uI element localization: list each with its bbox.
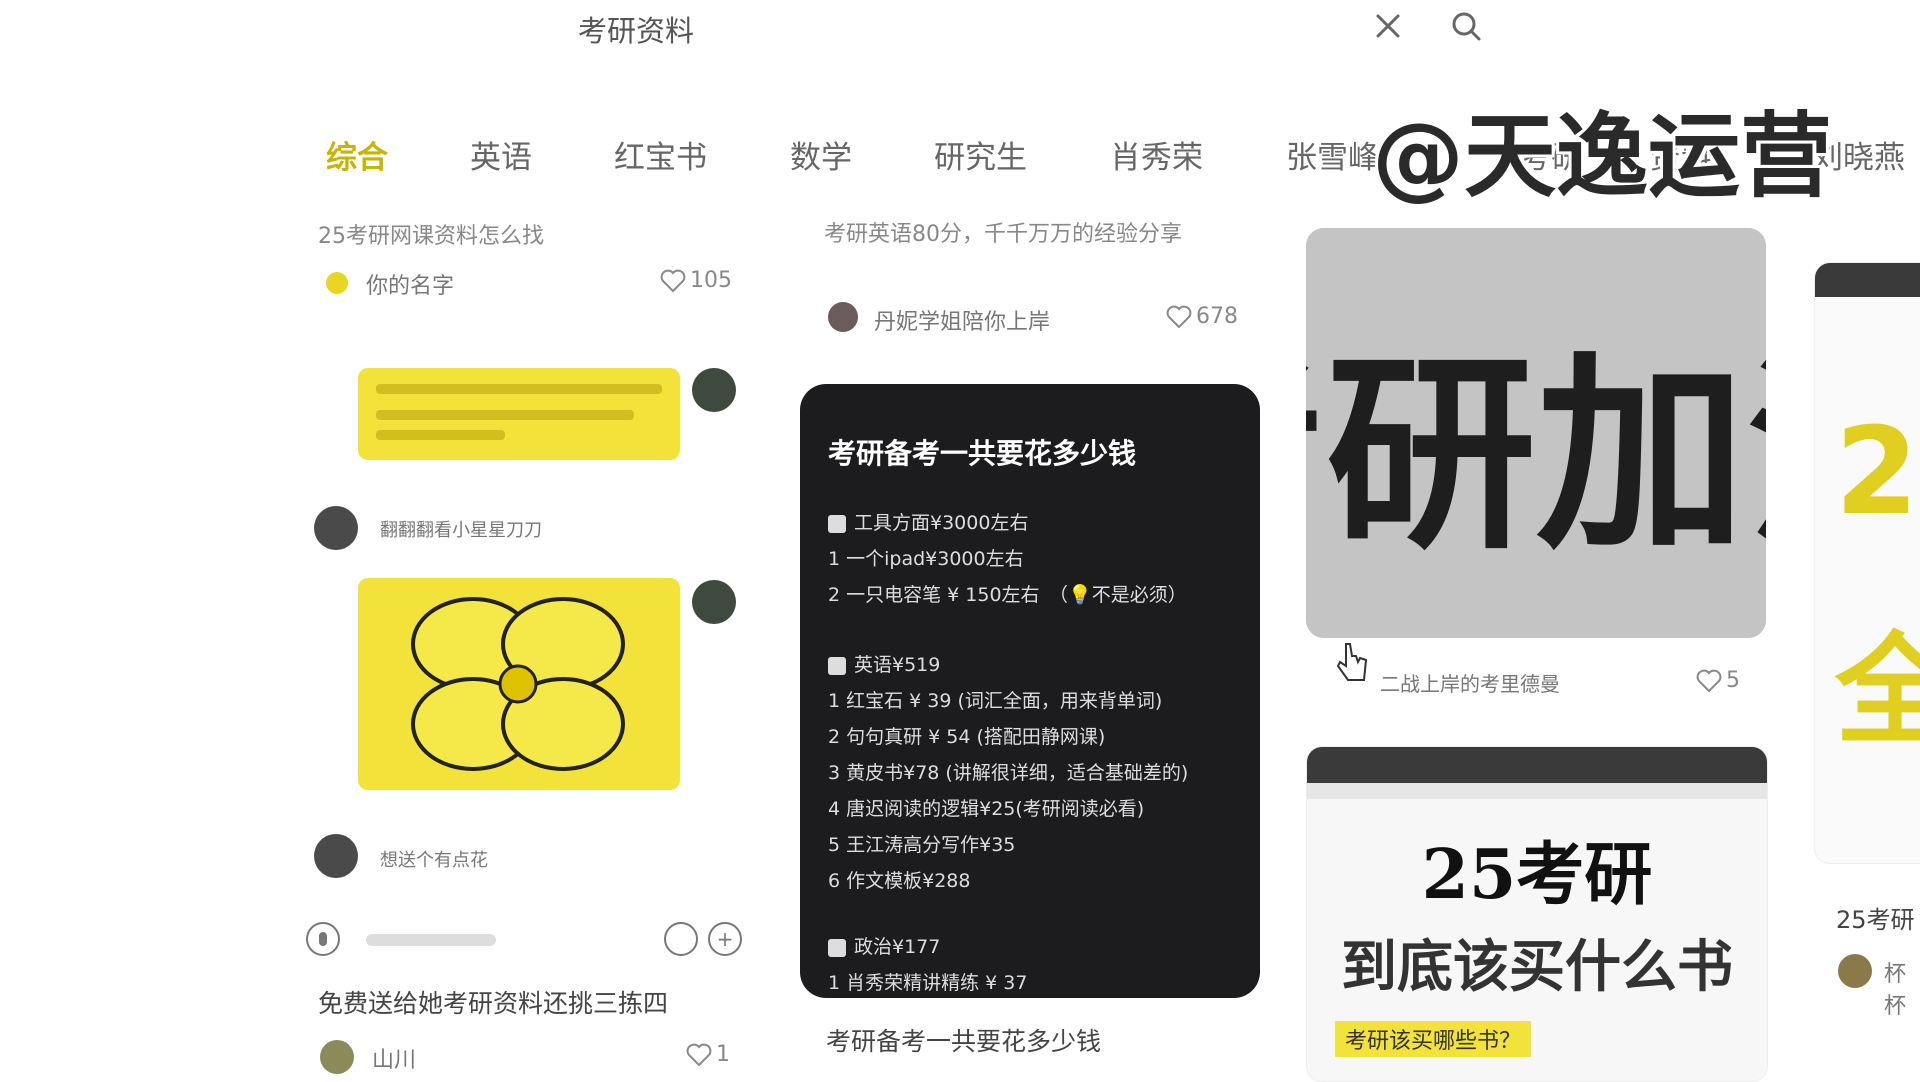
toolbar-strip bbox=[1307, 783, 1767, 799]
heart-icon bbox=[1696, 669, 1722, 692]
author-avatar[interactable] bbox=[320, 1040, 354, 1074]
tab-xiao-xiurong[interactable]: 肖秀荣 bbox=[1110, 132, 1203, 177]
post-title-partial[interactable]: 考研英语80分，千千万万的经验分享 bbox=[824, 218, 1244, 252]
thumbnail-subtitle: 到底该买什么书 bbox=[1341, 934, 1733, 1000]
list-item: 4 唐迟阅读的逻辑¥25(考研阅读必看) bbox=[828, 798, 1145, 820]
tab-english[interactable]: 英语 bbox=[470, 132, 532, 177]
checkbox-icon bbox=[828, 656, 846, 675]
like-count-value: 105 bbox=[690, 268, 732, 293]
post-cover-photo[interactable]: 考研加油 bbox=[1306, 228, 1766, 638]
author-name[interactable]: 二战上岸的考里德曼 bbox=[1380, 668, 1560, 697]
toolbar-strip bbox=[1815, 263, 1920, 297]
like-count[interactable]: 678 bbox=[1166, 304, 1238, 329]
list-item: 2 一只电容笔 ¥ 150左右 （💡不是必须） bbox=[828, 584, 1187, 606]
post-title-partial[interactable]: 25考研 bbox=[1836, 900, 1915, 935]
svg-text:考研加油: 考研加油 bbox=[1306, 331, 1766, 578]
post-title-partial[interactable]: 25考研网课资料怎么找 bbox=[318, 218, 544, 250]
heart-icon bbox=[660, 269, 686, 292]
section-head: 英语¥519 bbox=[828, 650, 940, 677]
checkbox-icon bbox=[828, 514, 846, 533]
post-cover-card[interactable]: 考研备考一共要花多少钱 工具方面¥3000左右 1 一个ipad¥3000左右 … bbox=[800, 384, 1260, 998]
list-item: 2 句句真研 ¥ 54 (搭配田静网课) bbox=[828, 726, 1106, 748]
author-name[interactable]: 山川 bbox=[372, 1042, 416, 1074]
close-icon[interactable] bbox=[1366, 4, 1410, 48]
chat-bubble bbox=[358, 368, 680, 460]
thumbnail-caption: 考研该买哪些书？ bbox=[1335, 1021, 1532, 1057]
list-item: 6 作文模板¥288 bbox=[828, 870, 971, 892]
like-count[interactable]: 5 bbox=[1696, 668, 1740, 693]
toolbar-strip bbox=[1307, 747, 1767, 783]
chat-avatar bbox=[314, 834, 358, 878]
heart-icon bbox=[1166, 305, 1192, 328]
like-count-value: 1 bbox=[716, 1042, 730, 1067]
message-input[interactable] bbox=[366, 934, 496, 946]
author-avatar[interactable] bbox=[1838, 954, 1872, 988]
add-icon[interactable]: + bbox=[708, 922, 742, 956]
like-count[interactable]: 1 bbox=[686, 1042, 730, 1067]
tab-math[interactable]: 数学 bbox=[790, 132, 852, 177]
sticker-bubble bbox=[358, 578, 680, 790]
card-title: 考研备考一共要花多少钱 bbox=[828, 437, 1137, 470]
author-avatar[interactable] bbox=[326, 272, 348, 294]
calligraphy-image: 考研加油 bbox=[1306, 228, 1766, 638]
post-cover-partial[interactable]: 2 全 bbox=[1814, 262, 1920, 864]
heart-icon bbox=[686, 1043, 712, 1066]
author-avatar[interactable] bbox=[828, 302, 858, 332]
chat-user-name: 想送个有点花 bbox=[380, 850, 488, 871]
list-item: 1 一个ipad¥3000左右 bbox=[828, 548, 1024, 570]
list-item: 5 王江涛高分写作¥35 bbox=[828, 834, 1016, 856]
post-title[interactable]: 免费送给她考研资料还挑三拣四 bbox=[318, 984, 668, 1020]
flower-sticker-icon bbox=[411, 597, 625, 771]
post-cover-thumbnail[interactable]: 25考研 到底该买什么书 考研该买哪些书？ bbox=[1306, 746, 1768, 1082]
hand-cursor-icon bbox=[1336, 640, 1370, 684]
like-count-value: 5 bbox=[1726, 668, 1740, 693]
section-head: 工具方面¥3000左右 bbox=[828, 508, 1028, 535]
emoji-icon[interactable] bbox=[664, 922, 698, 956]
chat-avatar bbox=[692, 368, 736, 412]
author-name[interactable]: 丹妮学姐陪你上岸 bbox=[874, 304, 1050, 336]
author-name[interactable]: 你的名字 bbox=[366, 268, 454, 300]
checkbox-icon bbox=[828, 938, 846, 957]
list-item: 1 红宝石 ¥ 39 (词汇全面，用来背单词) bbox=[828, 690, 1163, 712]
section-head: 政治¥177 bbox=[828, 932, 940, 959]
watermark: @天逸运营 bbox=[1372, 103, 1833, 210]
tab-comprehensive[interactable]: 综合 bbox=[326, 132, 388, 177]
author-name[interactable]: 杯杯 bbox=[1884, 956, 1920, 1020]
microphone-icon[interactable] bbox=[306, 922, 340, 956]
chat-avatar bbox=[314, 506, 358, 550]
chat-user-name: 翻翻翻看小星星刀刀 bbox=[380, 520, 542, 541]
tab-postgraduate[interactable]: 研究生 bbox=[934, 132, 1027, 177]
tab-zhang-xuefeng[interactable]: 张雪峰 bbox=[1286, 132, 1379, 177]
post-title[interactable]: 考研备考一共要花多少钱 bbox=[826, 1022, 1101, 1058]
thumbnail-title: 25考研 bbox=[1421, 835, 1653, 915]
list-item: 1 肖秀荣精讲精练 ¥ 37 bbox=[828, 972, 1028, 994]
like-count-value: 678 bbox=[1196, 304, 1238, 329]
tab-red-book[interactable]: 红宝书 bbox=[614, 132, 707, 177]
chat-avatar bbox=[692, 580, 736, 624]
decorative-glyph: 全 bbox=[1835, 593, 1920, 767]
search-icon[interactable] bbox=[1444, 4, 1488, 48]
decorative-glyph: 2 bbox=[1835, 403, 1919, 542]
like-count[interactable]: 105 bbox=[660, 268, 732, 293]
search-query[interactable]: 考研资料 bbox=[578, 8, 694, 50]
list-item: 3 黄皮书¥78 (讲解很详细，适合基础差的) bbox=[828, 762, 1189, 784]
